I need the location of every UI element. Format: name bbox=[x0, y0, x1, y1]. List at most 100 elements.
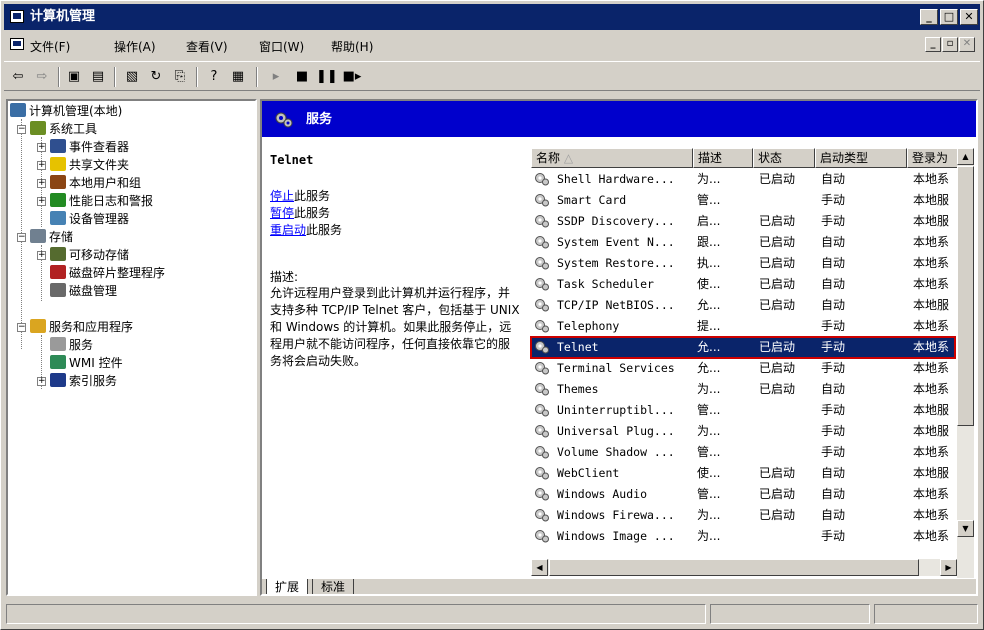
vertical-scrollbar[interactable]: ▲ ▼ bbox=[957, 148, 974, 578]
service-row[interactable]: SSDP Discovery... 启... 已启动 手动 本地服 bbox=[531, 211, 955, 232]
service-row[interactable]: Windows Audio 管... 已启动 自动 本地系 bbox=[531, 484, 955, 505]
tree-item-local-users[interactable]: 本地用户和组 bbox=[50, 174, 141, 192]
service-row[interactable]: Terminal Services 允... 已启动 手动 本地系 bbox=[531, 358, 955, 379]
restart-service-link[interactable]: 重启动 bbox=[270, 223, 306, 237]
back-icon[interactable]: ⇦ bbox=[8, 67, 28, 87]
service-row[interactable]: Volume Shadow ... 管... 手动 本地系 bbox=[531, 442, 955, 463]
service-row[interactable]: Uninterruptibl... 管... 手动 本地服 bbox=[531, 400, 955, 421]
collapse-toggle[interactable]: − bbox=[17, 125, 26, 134]
pause-icon[interactable]: ❚❚ bbox=[316, 67, 338, 87]
console-icon[interactable]: ▦ bbox=[228, 67, 248, 87]
tree-item-removable-storage[interactable]: 可移动存储 bbox=[50, 246, 129, 264]
service-row[interactable]: Telephony 提... 手动 本地系 bbox=[531, 316, 955, 337]
minimize-button[interactable]: _ bbox=[920, 9, 938, 25]
service-status: 已启动 bbox=[759, 466, 796, 480]
tree-item-wmi[interactable]: WMI 控件 bbox=[50, 354, 123, 372]
service-row[interactable]: WebClient 使... 已启动 自动 本地服 bbox=[531, 463, 955, 484]
expand-toggle[interactable]: + bbox=[37, 179, 46, 188]
child-restore-button[interactable]: ▫ bbox=[942, 37, 958, 52]
service-row[interactable]: Universal Plug... 为... 手动 本地服 bbox=[531, 421, 955, 442]
collapse-toggle[interactable]: − bbox=[17, 323, 26, 332]
service-description: 执... bbox=[697, 256, 721, 270]
help-icon[interactable]: ? bbox=[204, 67, 224, 87]
menu-view[interactable]: 查看(V) bbox=[186, 38, 228, 55]
service-row[interactable]: Shell Hardware... 为... 已启动 自动 本地系 bbox=[531, 169, 955, 190]
expand-toggle[interactable]: + bbox=[37, 377, 46, 386]
properties-icon[interactable]: ▧ bbox=[122, 67, 142, 87]
tree-item-device-manager[interactable]: 设备管理器 bbox=[50, 210, 129, 228]
tab-standard[interactable]: 标准 bbox=[312, 579, 355, 594]
tree-item-services[interactable]: 服务 bbox=[50, 336, 93, 354]
service-row[interactable]: Telnet 允... 已启动 手动 本地系 bbox=[530, 336, 956, 359]
expand-toggle[interactable]: + bbox=[37, 251, 46, 260]
menu-action[interactable]: 操作(A) bbox=[114, 38, 156, 55]
tree-item-shared-folders[interactable]: 共享文件夹 bbox=[50, 156, 129, 174]
tree-item-storage[interactable]: 存储 bbox=[30, 228, 73, 246]
stop-service-link[interactable]: 停止 bbox=[270, 189, 294, 203]
close-button[interactable]: ✕ bbox=[960, 9, 978, 25]
show-tree-icon[interactable]: ▤ bbox=[88, 67, 108, 87]
menu-help[interactable]: 帮助(H) bbox=[331, 38, 373, 55]
scroll-down-button[interactable]: ▼ bbox=[957, 520, 974, 537]
tree-item-event-viewer[interactable]: 事件查看器 bbox=[50, 138, 129, 156]
play-icon[interactable]: ▸ bbox=[266, 67, 286, 87]
tree-item-disk-management[interactable]: 磁盘管理 bbox=[50, 282, 117, 300]
link-suffix: 此服务 bbox=[294, 206, 331, 220]
column-header-logon-as[interactable]: 登录为 bbox=[907, 148, 963, 168]
column-header-startup-type[interactable]: 启动类型 bbox=[815, 148, 907, 168]
stop-icon[interactable]: ■ bbox=[292, 67, 312, 87]
service-row[interactable]: Smart Card 管... 手动 本地服 bbox=[531, 190, 955, 211]
service-startup-type: 手动 bbox=[821, 361, 846, 375]
service-row[interactable]: Windows Image ... 为... 手动 本地系 bbox=[531, 526, 955, 547]
maximize-button[interactable]: □ bbox=[940, 9, 958, 25]
storage-icon bbox=[30, 229, 46, 243]
refresh-icon[interactable]: ↻ bbox=[146, 67, 166, 87]
menu-file[interactable]: 文件(F) bbox=[30, 38, 70, 55]
tree-item-system-tools[interactable]: 系统工具 bbox=[30, 120, 97, 138]
up-folder-icon[interactable]: ▣ bbox=[64, 67, 84, 87]
tree-item-perf-logs[interactable]: 性能日志和警报 bbox=[50, 192, 153, 210]
scroll-right-button[interactable]: ▶ bbox=[940, 559, 957, 576]
expand-toggle[interactable]: + bbox=[37, 143, 46, 152]
tree-label: 性能日志和警报 bbox=[69, 194, 154, 208]
pause-service-link[interactable]: 暂停 bbox=[270, 206, 294, 220]
title-bar[interactable]: 计算机管理 _ □ ✕ bbox=[4, 4, 980, 30]
scroll-thumb[interactable] bbox=[957, 166, 974, 426]
console-window-icon[interactable] bbox=[10, 38, 24, 50]
column-header-name[interactable]: 名称 △ bbox=[531, 148, 693, 168]
service-startup-type: 自动 bbox=[821, 172, 846, 186]
tree-item-defrag[interactable]: 磁盘碎片整理程序 bbox=[50, 264, 165, 282]
export-icon[interactable]: ⎘ bbox=[170, 67, 190, 87]
horizontal-scrollbar[interactable]: ◀ ▶ bbox=[531, 559, 957, 576]
tree-label: 可移动存储 bbox=[69, 248, 130, 262]
tree-item-indexing[interactable]: 索引服务 bbox=[50, 372, 117, 390]
service-name: Themes bbox=[557, 382, 599, 396]
service-logon: 本地系 bbox=[913, 235, 950, 249]
restart-icon[interactable]: ■▸ bbox=[342, 67, 362, 87]
service-row[interactable]: Windows Firewa... 为... 已启动 自动 本地系 bbox=[531, 505, 955, 526]
expand-toggle[interactable]: + bbox=[37, 161, 46, 170]
scroll-left-button[interactable]: ◀ bbox=[531, 559, 548, 576]
service-row[interactable]: Task Scheduler 使... 已启动 自动 本地系 bbox=[531, 274, 955, 295]
tree-label: 存储 bbox=[49, 230, 74, 244]
tab-extended[interactable]: 扩展 bbox=[266, 579, 309, 594]
service-row[interactable]: Themes 为... 已启动 自动 本地系 bbox=[531, 379, 955, 400]
collapse-toggle[interactable]: − bbox=[17, 233, 26, 242]
menu-window[interactable]: 窗口(W) bbox=[259, 38, 304, 55]
service-row[interactable]: System Restore... 执... 已启动 自动 本地系 bbox=[531, 253, 955, 274]
horizontal-scroll-thumb[interactable] bbox=[549, 559, 919, 576]
forward-icon[interactable]: ⇨ bbox=[32, 67, 52, 87]
tree-root[interactable]: 计算机管理(本地) bbox=[10, 102, 122, 120]
service-name: Telephony bbox=[557, 319, 620, 333]
service-row[interactable]: System Event N... 跟... 已启动 自动 本地系 bbox=[531, 232, 955, 253]
column-header-status[interactable]: 状态 bbox=[753, 148, 815, 168]
column-header-description[interactable]: 描述 bbox=[693, 148, 753, 168]
child-close-button[interactable]: ✕ bbox=[959, 37, 975, 52]
tree-item-services-apps[interactable]: 服务和应用程序 bbox=[30, 318, 133, 336]
child-minimize-button[interactable]: _ bbox=[925, 37, 941, 52]
service-row[interactable]: TCP/IP NetBIOS... 允... 已启动 自动 本地服 bbox=[531, 295, 955, 316]
scroll-up-button[interactable]: ▲ bbox=[957, 148, 974, 165]
expand-toggle[interactable]: + bbox=[37, 197, 46, 206]
disk-management-icon bbox=[50, 283, 66, 297]
tree-label: WMI 控件 bbox=[69, 356, 123, 370]
